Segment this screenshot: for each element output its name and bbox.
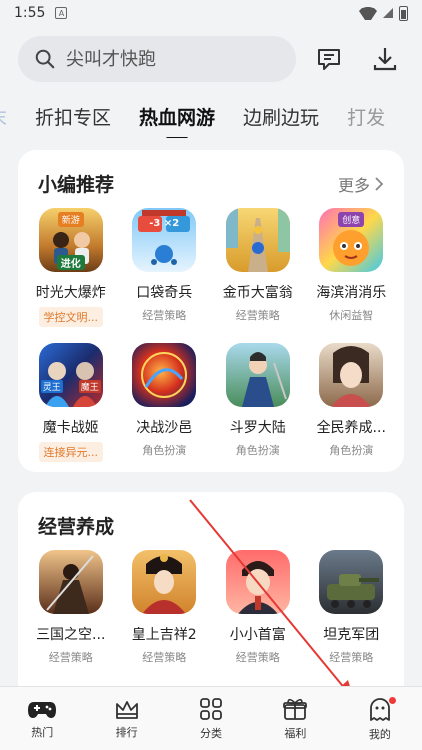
nav-label: 我的 (368, 727, 391, 741)
game-badge-bottom: 进化 (56, 255, 85, 270)
more-link[interactable]: 更多 (338, 172, 384, 196)
gamepad-icon (28, 701, 57, 718)
game-tag: 角色扮演 (329, 444, 374, 457)
game-badge-right: 魔王 (78, 380, 101, 393)
search-icon (35, 49, 55, 69)
game-name: 决战沙邑 (136, 420, 193, 436)
game-name: 皇上吉祥2 (131, 627, 197, 643)
game-icon: -3 ×2 (132, 208, 197, 272)
game-icon (319, 343, 384, 407)
game-icon (225, 343, 290, 407)
nav-category[interactable]: 分类 (169, 687, 253, 750)
game-grid: 三国之空... 经营策略 皇上吉祥2 经营策略 小小首富 经营策略 坦克军团 经… (24, 550, 398, 665)
tab-partial-left[interactable]: 末 (0, 103, 21, 130)
game-name: 魔卡战姬 (42, 420, 99, 436)
game-item[interactable]: 创意 海滨消消乐 休闲益智 (305, 208, 399, 327)
game-item[interactable]: 新游 进化 时光大爆炸 学控文明... (24, 208, 118, 327)
game-name: 小小首富 (229, 627, 286, 643)
game-item[interactable]: 小小首富 经营策略 (211, 550, 305, 665)
game-name: 时光大爆炸 (35, 285, 106, 301)
game-overlay-text: -3 ×2 (149, 218, 180, 229)
game-icon (132, 343, 197, 407)
tab-hot-online[interactable]: 热血网游 (125, 103, 229, 130)
game-tag: 学控文明... (38, 307, 103, 327)
nav-label: 热门 (31, 725, 54, 739)
notification-dot (388, 697, 396, 704)
more-label: 更多 (337, 176, 370, 195)
game-tag: 角色扮演 (142, 444, 187, 457)
gift-icon (283, 698, 308, 720)
game-icon (225, 550, 290, 614)
wifi-icon (359, 7, 377, 20)
game-name: 海滨消消乐 (316, 285, 387, 301)
status-bar: 1:55 A (0, 0, 422, 26)
notification-icon: A (55, 7, 68, 19)
search-input[interactable] (66, 48, 256, 70)
game-name: 口袋奇兵 (136, 285, 193, 301)
game-tag: 连接异元... (38, 442, 103, 462)
nav-welfare[interactable]: 福利 (253, 687, 337, 750)
game-icon (225, 208, 290, 272)
category-tabs: 末 折扣专区 热血网游 边刷边玩 打发 (0, 94, 422, 138)
game-tag: 经营策略 (329, 651, 374, 664)
game-tag: 角色扮演 (235, 444, 280, 457)
nav-label: 排行 (115, 725, 138, 739)
game-name: 金币大富翁 (222, 285, 293, 301)
game-item[interactable]: -3 ×2 口袋奇兵 经营策略 (118, 208, 212, 327)
game-icon (132, 550, 197, 614)
nav-label: 分类 (200, 726, 223, 740)
game-name: 三国之空... (36, 627, 106, 643)
game-item[interactable]: 决战沙邑 角色扮演 (118, 343, 212, 462)
game-icon: 新游 进化 (38, 208, 103, 272)
nav-hot[interactable]: 热门 (0, 687, 84, 750)
bottom-nav: 热门 排行 分类 福利 我的 (0, 686, 422, 750)
game-item[interactable]: 三国之空... 经营策略 (24, 550, 118, 665)
tab-partial-right[interactable]: 打发 (333, 103, 399, 130)
crown-icon (115, 700, 138, 719)
nav-rank[interactable]: 排行 (84, 687, 168, 750)
management-card: 经营养成 三国之空... 经营策略 皇上吉祥2 经营策略 小小首富 经营策略 坦… (18, 492, 404, 702)
game-tag: 休闲益智 (329, 309, 374, 322)
game-item[interactable]: 全民养成... 角色扮演 (305, 343, 399, 462)
game-tag: 经营策略 (235, 309, 280, 322)
game-icon: 灵王 魔王 (38, 343, 103, 407)
game-item[interactable]: 皇上吉祥2 经营策略 (118, 550, 212, 665)
tab-discount[interactable]: 折扣专区 (21, 103, 125, 130)
game-item[interactable]: 斗罗大陆 角色扮演 (211, 343, 305, 462)
status-icons (359, 5, 408, 21)
game-name: 坦克军团 (323, 627, 380, 643)
header (0, 34, 422, 84)
header-actions (314, 44, 404, 74)
game-name: 全民养成... (316, 420, 386, 436)
game-tag: 经营策略 (142, 309, 187, 322)
signal-icon (383, 8, 393, 18)
nav-mine[interactable]: 我的 (338, 687, 422, 750)
status-time: 1:55 (14, 5, 46, 21)
game-item[interactable]: 灵王 魔王 魔卡战姬 连接异元... (24, 343, 118, 462)
game-grid: 新游 进化 时光大爆炸 学控文明... -3 ×2 口袋奇兵 经营策略 金币大富… (24, 208, 398, 462)
game-badge-left: 灵王 (40, 380, 63, 393)
nav-label: 福利 (284, 726, 307, 740)
game-icon (38, 550, 103, 614)
game-item[interactable]: 金币大富翁 经营策略 (211, 208, 305, 327)
game-icon (319, 550, 384, 614)
section-title: 小编推荐 (38, 174, 115, 196)
editor-recommend-card: 小编推荐 更多 新游 进化 时光大爆炸 学控文明... -3 ×2 口袋奇兵 经… (18, 150, 404, 472)
section-title: 经营养成 (38, 516, 115, 538)
grid-icon (200, 697, 222, 720)
game-icon: 创意 (319, 208, 384, 272)
message-icon[interactable] (314, 44, 344, 74)
tab-play-while-browsing[interactable]: 边刷边玩 (229, 103, 333, 130)
battery-icon (399, 5, 408, 21)
game-item[interactable]: 坦克军团 经营策略 (305, 550, 399, 665)
search-bar[interactable] (18, 36, 296, 82)
game-tag: 经营策略 (235, 651, 280, 664)
game-tag: 经营策略 (48, 651, 93, 664)
game-name: 斗罗大陆 (229, 420, 286, 436)
chevron-right-icon (375, 177, 384, 191)
game-tag: 经营策略 (142, 651, 187, 664)
download-icon[interactable] (370, 44, 400, 74)
